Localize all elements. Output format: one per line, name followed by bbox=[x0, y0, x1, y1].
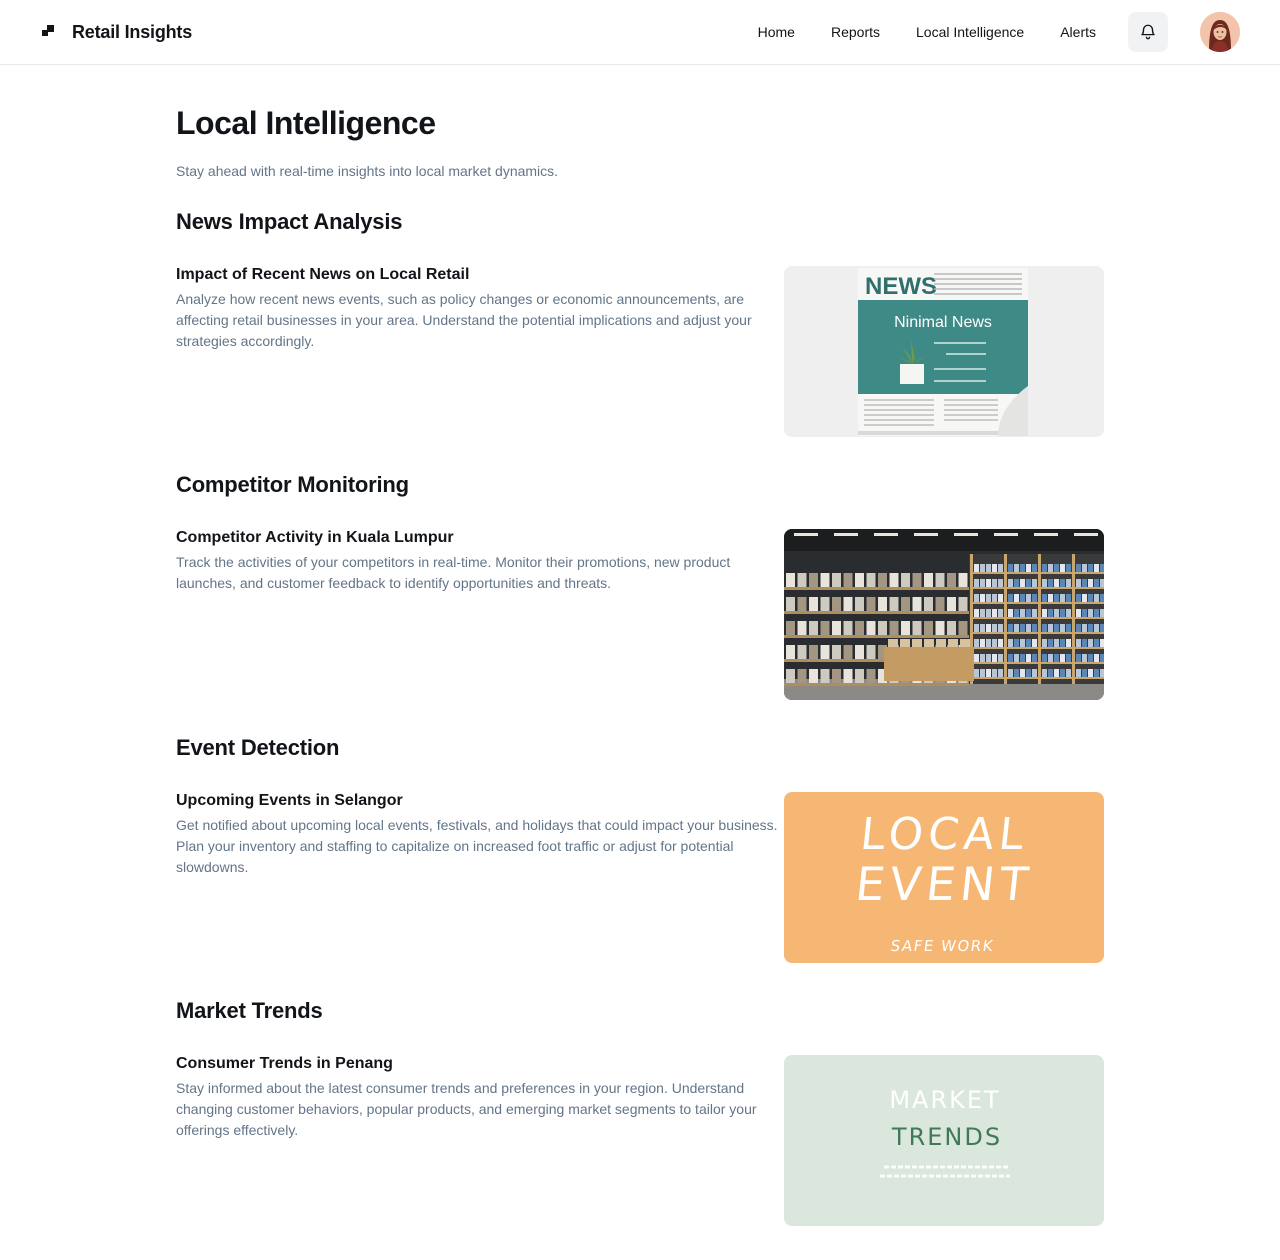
nav-alerts[interactable]: Alerts bbox=[1060, 24, 1096, 40]
event-card[interactable]: Upcoming Events in Selangor Get notified… bbox=[176, 791, 784, 878]
nav-home[interactable]: Home bbox=[758, 24, 795, 40]
main-nav: Home Reports Local Intelligence Alerts bbox=[758, 0, 1240, 64]
brand-logo-icon bbox=[40, 24, 56, 40]
section-heading-events: Event Detection bbox=[176, 735, 340, 760]
brand[interactable]: Retail Insights bbox=[40, 22, 192, 43]
store-shelves-image bbox=[784, 529, 1104, 700]
local-event-image: LOCAL EVENT SAFE WORK bbox=[784, 792, 1104, 963]
competitor-card[interactable]: Competitor Activity in Kuala Lumpur Trac… bbox=[176, 528, 784, 594]
card-title: Impact of Recent News on Local Retail bbox=[176, 266, 470, 283]
nav-local-intelligence[interactable]: Local Intelligence bbox=[916, 24, 1024, 40]
newspaper-headline: Ninimal News bbox=[894, 314, 992, 331]
event-title-line1: LOCAL bbox=[858, 809, 1031, 860]
newspaper-masthead: NEWS bbox=[865, 273, 937, 300]
card-title: Consumer Trends in Penang bbox=[176, 1055, 393, 1072]
market-trends-image: MARKET TRENDS bbox=[784, 1055, 1104, 1226]
card-description: Get notified about upcoming local events… bbox=[176, 817, 778, 875]
nav-reports[interactable]: Reports bbox=[831, 24, 880, 40]
brand-name: Retail Insights bbox=[72, 21, 193, 42]
card-description: Analyze how recent news events, such as … bbox=[176, 291, 752, 349]
page-title: Local Intelligence bbox=[176, 105, 436, 141]
event-caption: SAFE WORK bbox=[889, 937, 995, 955]
section-heading-competitor: Competitor Monitoring bbox=[176, 472, 409, 497]
event-title-line2: EVENT bbox=[853, 857, 1036, 911]
market-title-line1: MARKET bbox=[889, 1086, 1000, 1114]
section-heading-news: News Impact Analysis bbox=[176, 209, 403, 234]
card-description: Stay informed about the latest consumer … bbox=[176, 1080, 757, 1138]
card-description: Track the activities of your competitors… bbox=[176, 554, 731, 591]
news-card[interactable]: Impact of Recent News on Local Retail An… bbox=[176, 265, 784, 352]
market-trends-card[interactable]: Consumer Trends in Penang Stay informed … bbox=[176, 1054, 784, 1141]
card-title: Competitor Activity in Kuala Lumpur bbox=[176, 529, 454, 546]
card-title: Upcoming Events in Selangor bbox=[176, 792, 403, 809]
avatar[interactable] bbox=[1200, 12, 1240, 52]
top-navbar: Retail Insights Home Reports Local Intel… bbox=[0, 0, 1280, 65]
main-content: Local Intelligence Stay ahead with real-… bbox=[176, 65, 1104, 1226]
bell-icon bbox=[1141, 24, 1155, 40]
news-image: NEWS Ninimal News bbox=[784, 266, 1104, 437]
notifications-button[interactable] bbox=[1128, 12, 1168, 52]
page-subtitle: Stay ahead with real-time insights into … bbox=[176, 163, 559, 179]
section-heading-market: Market Trends bbox=[176, 998, 323, 1023]
market-title-line2: TRENDS bbox=[891, 1123, 1002, 1151]
